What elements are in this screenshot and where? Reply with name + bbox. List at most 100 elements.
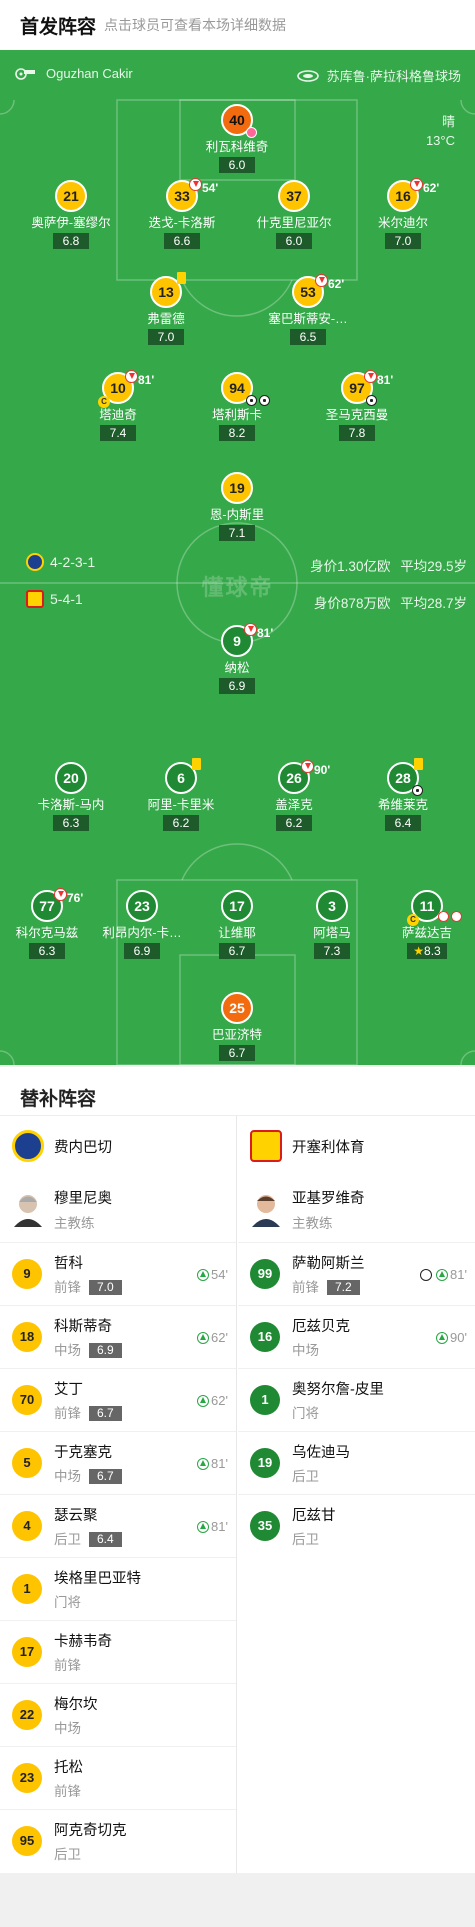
player-home-rw[interactable]: 97 81' 圣马克西曼 7.8: [302, 370, 412, 442]
page-bottom: [0, 1873, 475, 1927]
player-away-lcb[interactable]: 23 利昂内尔-卡… 6.9: [87, 890, 197, 960]
away-team-row[interactable]: 开塞利体育: [238, 1116, 475, 1176]
home-age-text: 平均29.5岁: [400, 559, 467, 574]
player-number: 16: [395, 188, 411, 204]
sub-player-row[interactable]: 18 科斯蒂奇 中场 6.9 62': [0, 1305, 236, 1368]
player-away-gk[interactable]: 25 巴亚济特 6.7: [182, 992, 292, 1062]
player-rating: 7.0: [148, 329, 184, 345]
sub-player-row[interactable]: 4 瑟云聚 后卫 6.4 81': [0, 1494, 236, 1557]
sub-on: 62': [197, 1393, 228, 1408]
position-text: 门将: [292, 1406, 319, 1421]
position-text: 前锋: [54, 1406, 81, 1421]
player-home-am[interactable]: 94 塔利斯卡 8.2: [182, 372, 292, 442]
player-name: 弗雷德: [147, 312, 185, 326]
player-rating: 6.7: [219, 943, 255, 959]
player-number: 35: [250, 1511, 280, 1541]
player-number: 18: [12, 1322, 42, 1352]
sub-player-row[interactable]: 70 艾丁 前锋 6.7 62': [0, 1368, 236, 1431]
sub-off-icon: [125, 370, 138, 383]
coach-name: 穆里尼奥: [54, 1190, 112, 1207]
sub-player-row[interactable]: 9 哲科 前锋 7.0 54': [0, 1242, 236, 1305]
player-rating: 7.0: [89, 1280, 122, 1295]
position-text: 后卫: [292, 1469, 319, 1484]
referee-name: Oguzhan Cakir: [46, 66, 133, 81]
player-away-cb[interactable]: 17 让维耶 6.7: [182, 890, 292, 960]
player-away-lm[interactable]: 20 卡洛斯-马内 6.3: [16, 762, 126, 832]
player-away-rm[interactable]: 28 希维莱克 6.4: [348, 758, 458, 832]
sub-off-icon: [189, 178, 202, 191]
player-home-dm1[interactable]: 13 弗雷德 7.0: [111, 272, 221, 346]
home-coach[interactable]: 穆里尼奥 主教练: [0, 1176, 236, 1242]
player-number: 70: [12, 1385, 42, 1415]
away-team-logo: [250, 1130, 282, 1162]
player-home-rcb[interactable]: 37 什克里尼亚尔 6.0: [239, 180, 349, 250]
sub-player-row[interactable]: 22 梅尔坎 中场: [0, 1683, 236, 1746]
sub-player-row[interactable]: 99 萨勒阿斯兰 前锋 7.2 81': [238, 1242, 475, 1305]
sub-on-icon: [436, 1268, 449, 1281]
player-rating: 6.0: [219, 157, 255, 173]
player-away-rcb[interactable]: 3 阿塔马 7.3: [277, 890, 387, 960]
sub-player-row[interactable]: 35 厄兹甘 后卫: [238, 1494, 475, 1557]
referee: Oguzhan Cakir: [14, 66, 133, 81]
sub-player-row[interactable]: 1 奥努尔詹-皮里 门将: [238, 1368, 475, 1431]
sub-on: 81': [420, 1267, 467, 1282]
player-rating: 7.4: [100, 425, 136, 441]
home-team-row[interactable]: 费内巴切: [0, 1116, 236, 1176]
player-name: 卡赫韦奇: [54, 1634, 112, 1650]
away-team-name: 开塞利体育: [292, 1139, 365, 1156]
player-number: 19: [229, 480, 245, 496]
player-number: 40: [229, 112, 245, 128]
sub-time: 62': [328, 277, 345, 291]
subs-title: 替补阵容: [0, 1067, 475, 1115]
sub-time: 54': [211, 1267, 228, 1282]
player-position: 中场 6.9: [54, 1339, 122, 1359]
player-rating: 6.4: [89, 1532, 122, 1547]
player-position: 后卫: [292, 1528, 336, 1548]
player-name: 圣马克西曼: [325, 408, 389, 422]
sub-player-row[interactable]: 16 厄兹贝克 中场 90': [238, 1305, 475, 1368]
player-rating: 6.2: [276, 815, 312, 831]
sub-player-row[interactable]: 17 卡赫韦奇 前锋: [0, 1620, 236, 1683]
sub-player-row[interactable]: 95 阿克奇切克 后卫: [0, 1809, 236, 1872]
position-text: 后卫: [292, 1532, 319, 1547]
player-away-lcm[interactable]: 6 阿里-卡里米 6.2: [126, 758, 236, 832]
player-rating: 7.0: [385, 233, 421, 249]
player-number: 9: [233, 633, 241, 649]
player-rating: 7.1: [219, 525, 255, 541]
sub-time: 81': [377, 373, 394, 387]
weather-text: 晴: [441, 114, 455, 129]
player-rating: 6.7: [219, 1045, 255, 1061]
player-home-st[interactable]: 19 恩-内斯里 7.1: [182, 472, 292, 542]
sub-off-icon: [244, 623, 257, 636]
player-name: 塞巴斯蒂安-…: [268, 312, 348, 326]
player-number: 23: [134, 898, 150, 914]
sub-player-row[interactable]: 5 于克塞克 中场 6.7 81': [0, 1431, 236, 1494]
player-home-rb[interactable]: 16 62' 米尔迪尔 7.0: [348, 178, 458, 250]
player-home-lw[interactable]: 10 81' C 塔迪奇 7.4: [63, 370, 173, 442]
player-number: 19: [250, 1448, 280, 1478]
coach-name: 亚基罗维奇: [292, 1190, 365, 1207]
position-text: 后卫: [54, 1532, 81, 1547]
player-away-st[interactable]: 9 81' 纳松 6.9: [182, 623, 292, 695]
away-coach[interactable]: 亚基罗维奇 主教练: [238, 1176, 475, 1242]
player-rating: 6.9: [89, 1343, 122, 1358]
player-home-lcb[interactable]: 33 54' 迭戈-卡洛斯 6.6: [127, 178, 237, 250]
sub-player-row[interactable]: 23 托松 前锋: [0, 1746, 236, 1809]
sub-on-icon: [197, 1268, 210, 1281]
player-away-rcm[interactable]: 26 90' 盖泽克 6.2: [239, 760, 349, 832]
position-text: 后卫: [54, 1847, 81, 1862]
player-home-gk[interactable]: 40 利瓦科维奇 6.0: [182, 104, 292, 174]
player-rating: 6.7: [89, 1469, 122, 1484]
sub-on: 54': [197, 1267, 228, 1282]
sub-player-row[interactable]: 19 乌佐迪马 后卫: [238, 1431, 475, 1494]
player-position: 中场: [54, 1717, 98, 1737]
player-number: 28: [395, 770, 411, 786]
player-position: 前锋: [54, 1654, 112, 1674]
sub-player-row[interactable]: 1 埃格里巴亚特 门将: [0, 1557, 236, 1620]
player-rating: 6.6: [164, 233, 200, 249]
player-position: 门将: [292, 1402, 384, 1422]
player-position: 后卫: [54, 1843, 127, 1863]
player-home-dm2[interactable]: 53 62' 塞巴斯蒂安-… 6.5: [253, 274, 363, 346]
player-home-lb[interactable]: 21 奥萨伊-塞缪尔 6.8: [16, 180, 126, 250]
player-away-rwb[interactable]: 11 C 萨兹达吉 ★8.3: [372, 890, 475, 960]
